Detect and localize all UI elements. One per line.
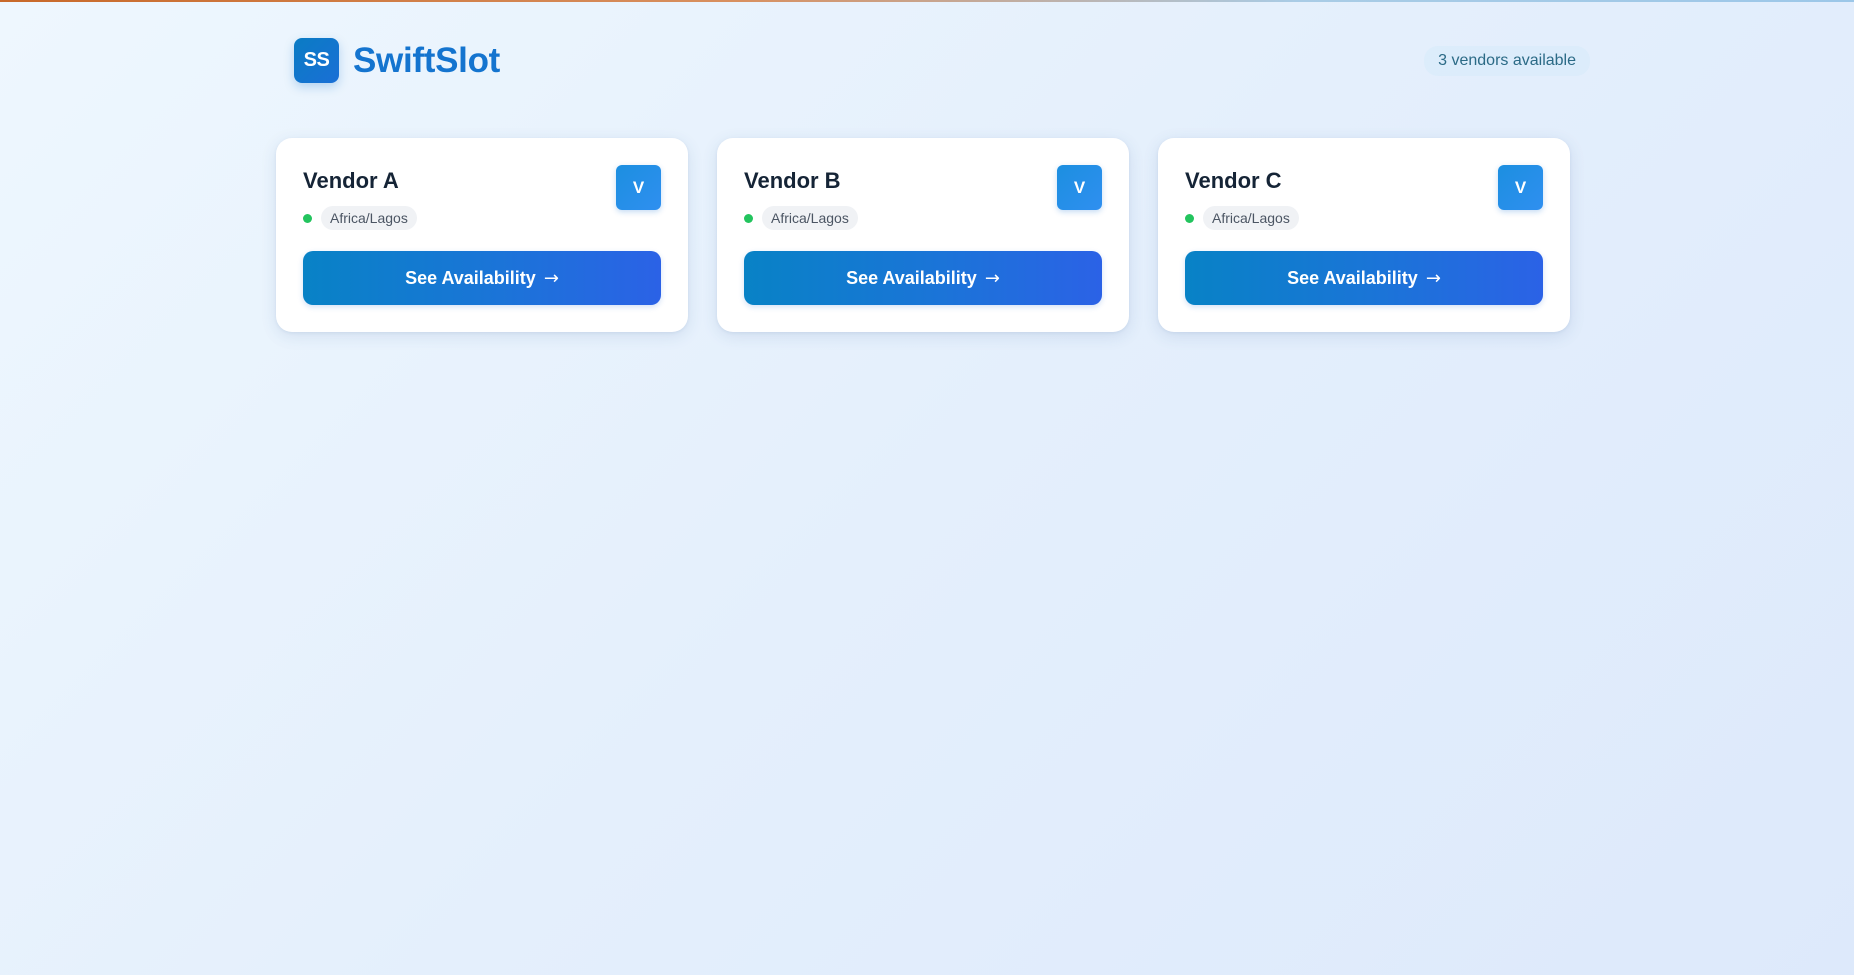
see-availability-button[interactable]: See Availability →: [303, 251, 661, 305]
see-availability-button[interactable]: See Availability →: [1185, 251, 1543, 305]
vendor-timezone: Africa/Lagos: [744, 206, 858, 230]
vendor-timezone: Africa/Lagos: [1185, 206, 1299, 230]
vendor-card: Vendor B V Africa/Lagos See Availability…: [717, 138, 1129, 332]
timezone-badge: Africa/Lagos: [321, 206, 417, 230]
button-label: See Availability: [846, 267, 977, 288]
arrow-right-icon: →: [1425, 267, 1441, 289]
vendor-name: Vendor C: [1185, 168, 1282, 193]
button-label: See Availability: [1287, 267, 1418, 288]
brand[interactable]: SS SwiftSlot: [294, 38, 500, 83]
vendor-name: Vendor B: [744, 168, 841, 193]
timezone-badge: Africa/Lagos: [762, 206, 858, 230]
arrow-right-icon: →: [543, 267, 559, 289]
vendor-avatar: V: [1057, 165, 1102, 210]
brand-name: SwiftSlot: [353, 40, 501, 80]
vendor-avatar: V: [1498, 165, 1543, 210]
vendor-timezone: Africa/Lagos: [303, 206, 417, 230]
app-header: SS SwiftSlot 3 vendors available: [276, 36, 1590, 84]
timezone-badge: Africa/Lagos: [1203, 206, 1299, 230]
vendor-list: Vendor A V Africa/Lagos See Availability…: [276, 138, 1570, 332]
vendor-card: Vendor C V Africa/Lagos See Availability…: [1158, 138, 1570, 332]
see-availability-button[interactable]: See Availability →: [744, 251, 1102, 305]
button-label: See Availability: [405, 267, 536, 288]
brand-logo: SS: [294, 38, 339, 83]
online-dot-icon: [744, 213, 753, 223]
vendor-count-badge: 3 vendors available: [1424, 46, 1590, 76]
vendor-avatar: V: [616, 165, 661, 210]
vendor-name: Vendor A: [303, 168, 399, 193]
online-dot-icon: [1185, 213, 1194, 223]
online-dot-icon: [303, 213, 312, 223]
page-container: SS SwiftSlot 3 vendors available Vendor …: [276, 0, 1590, 975]
vendor-card: Vendor A V Africa/Lagos See Availability…: [276, 138, 688, 332]
arrow-right-icon: →: [984, 267, 1000, 289]
